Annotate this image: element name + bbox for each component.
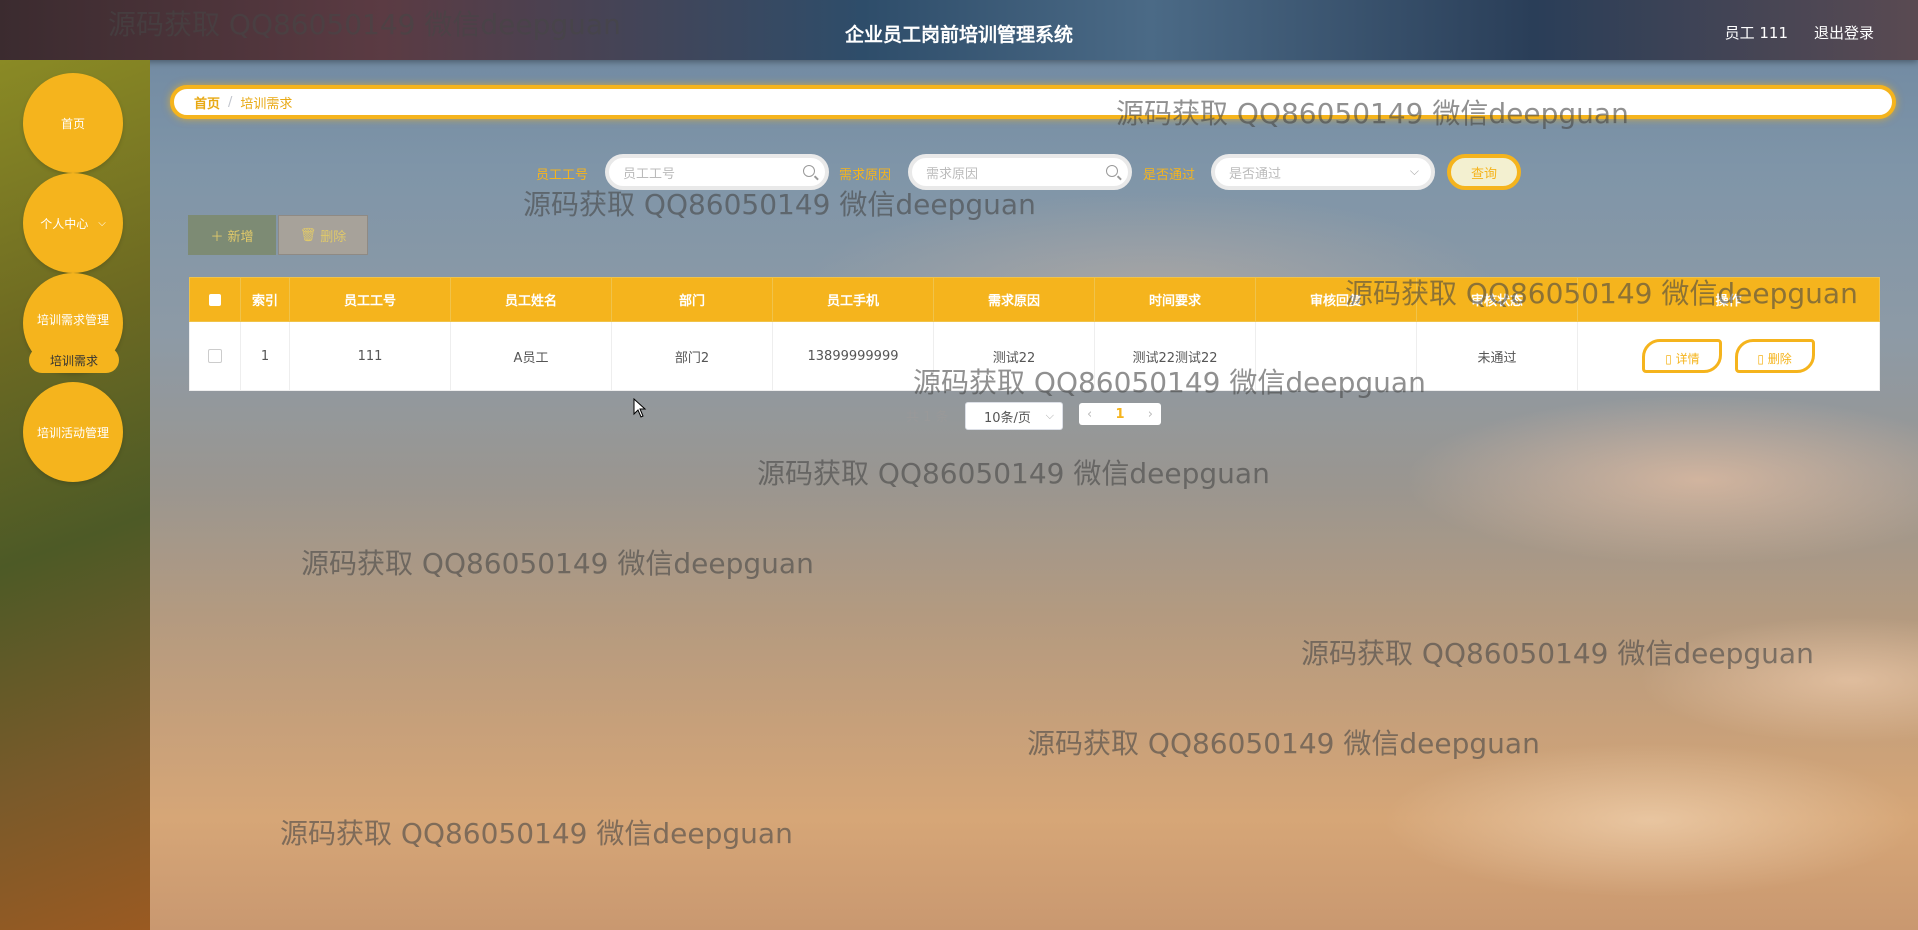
cell-phone: 13899999999 bbox=[772, 321, 934, 391]
emp-no-input[interactable]: 员工工号 bbox=[605, 154, 829, 190]
cell-index: 1 bbox=[240, 321, 290, 391]
chevron-down-icon: ⌵ bbox=[98, 217, 106, 229]
emp-no-label: 员工工号 bbox=[536, 168, 589, 183]
document-icon: ▯ bbox=[1665, 352, 1672, 366]
row-checkbox[interactable] bbox=[208, 349, 222, 363]
column-header: 员工姓名 bbox=[450, 277, 612, 322]
page-size-select[interactable]: 10条/页 ⌵ bbox=[965, 402, 1063, 430]
add-button-label: 新增 bbox=[227, 229, 254, 245]
chevron-down-icon: ⌵ bbox=[1045, 409, 1054, 422]
trash-icon: 🗑 bbox=[299, 227, 317, 243]
plus-icon: ＋ bbox=[210, 229, 224, 245]
cell-name: A员工 bbox=[450, 321, 612, 391]
select-all-cell bbox=[189, 277, 241, 322]
detail-button[interactable]: ▯ 详情 bbox=[1642, 339, 1723, 373]
trash-icon: ▯ bbox=[1757, 352, 1764, 366]
watermark: 源码获取 QQ86050149 微信deepguan bbox=[1301, 637, 1814, 670]
top-header: 企业员工岗前培训管理系统 员工 111 退出登录 bbox=[0, 0, 1918, 60]
cell-status: 未通过 bbox=[1416, 321, 1578, 391]
search-icon bbox=[803, 165, 815, 177]
approved-label: 是否通过 bbox=[1143, 168, 1196, 183]
column-header: 员工工号 bbox=[289, 277, 451, 322]
sidebar-item-label: 培训活动管理 bbox=[36, 425, 109, 440]
table-header-row: 索引 员工工号 员工姓名 部门 员工手机 需求原因 时间要求 审核回复 审核状态… bbox=[189, 277, 1880, 322]
current-user: 员工 111 bbox=[1724, 24, 1788, 42]
column-header: 时间要求 bbox=[1094, 277, 1256, 322]
current-page[interactable]: 1 bbox=[1115, 407, 1124, 422]
cell-actions: ▯ 详情 ▯ 删除 bbox=[1577, 321, 1880, 391]
reason-placeholder: 需求原因 bbox=[926, 166, 979, 182]
cell-emp-no: 111 bbox=[289, 321, 451, 391]
chevron-down-icon: ⌵ bbox=[1409, 164, 1419, 178]
pagination-total: 共 1 条 bbox=[906, 410, 949, 425]
watermark: 源码获取 QQ86050149 微信deepguan bbox=[757, 457, 1270, 490]
column-header: 审核状态 bbox=[1416, 277, 1578, 322]
row-delete-button[interactable]: ▯ 删除 bbox=[1734, 339, 1815, 373]
column-header: 需求原因 bbox=[933, 277, 1095, 322]
batch-delete-button[interactable]: 🗑 删除 bbox=[278, 215, 368, 255]
approved-placeholder: 是否通过 bbox=[1229, 166, 1282, 182]
breadcrumb-current: 培训需求 bbox=[240, 96, 293, 112]
watermark: 源码获取 QQ86050149 微信deepguan bbox=[1027, 727, 1540, 760]
submenu-item-training-needs[interactable]: 培训需求 bbox=[29, 347, 119, 373]
detail-button-label: 详情 bbox=[1675, 352, 1700, 366]
row-select-cell bbox=[189, 321, 241, 391]
column-header: 审核回复 bbox=[1255, 277, 1417, 322]
sidebar-item-training-activities[interactable]: 培训活动管理 bbox=[23, 382, 123, 482]
submenu-item-label: 培训需求 bbox=[49, 353, 98, 368]
data-table: 索引 员工工号 员工姓名 部门 员工手机 需求原因 时间要求 审核回复 审核状态… bbox=[189, 277, 1880, 391]
search-icon bbox=[1106, 165, 1118, 177]
column-header: 部门 bbox=[611, 277, 773, 322]
sidebar-item-label: 首页 bbox=[60, 116, 85, 131]
sidebar-item-label: 个人中心 bbox=[40, 216, 89, 231]
delete-button-label: 删除 bbox=[320, 229, 347, 245]
reason-label: 需求原因 bbox=[839, 168, 892, 183]
prev-page-icon[interactable]: ‹ bbox=[1087, 407, 1092, 422]
cell-time: 测试22测试22 bbox=[1094, 321, 1256, 391]
column-header: 员工手机 bbox=[772, 277, 934, 322]
emp-no-placeholder: 员工工号 bbox=[623, 166, 676, 182]
watermark: 源码获取 QQ86050149 微信deepguan bbox=[301, 547, 814, 580]
column-header: 操作 bbox=[1577, 277, 1880, 322]
breadcrumb-home[interactable]: 首页 bbox=[194, 93, 220, 112]
watermark: 源码获取 QQ86050149 微信deepguan bbox=[280, 817, 793, 850]
approved-select[interactable]: 是否通过 ⌵ bbox=[1211, 154, 1435, 190]
add-button[interactable]: ＋ 新增 bbox=[188, 215, 276, 255]
query-button[interactable]: 查询 bbox=[1447, 154, 1521, 190]
app-title: 企业员工岗前培训管理系统 bbox=[844, 24, 1073, 46]
sidebar-item-label: 培训需求管理 bbox=[36, 313, 109, 327]
mouse-cursor-icon bbox=[633, 398, 647, 418]
logout-link[interactable]: 退出登录 bbox=[1814, 22, 1874, 43]
select-all-checkbox[interactable] bbox=[209, 293, 221, 306]
reason-input[interactable]: 需求原因 bbox=[908, 154, 1132, 190]
pager: ‹ 1 › bbox=[1079, 403, 1161, 425]
cell-reason: 测试22 bbox=[933, 321, 1095, 391]
page-size-value: 10条/页 bbox=[984, 410, 1031, 426]
cell-reply bbox=[1255, 321, 1417, 391]
breadcrumb-separator: / bbox=[228, 94, 233, 110]
sidebar-item-profile[interactable]: 个人中心 ⌵ bbox=[23, 173, 123, 273]
column-header: 索引 bbox=[240, 277, 290, 322]
sidebar-item-home[interactable]: 首页 bbox=[23, 73, 123, 173]
sidebar: 首页 个人中心 ⌵ 培训需求管理 培训需求 培训活动管理 bbox=[0, 60, 150, 930]
breadcrumb: 首页 / 培训需求 bbox=[170, 85, 1896, 119]
table-row: 1 111 A员工 部门2 13899999999 测试22 测试22测试22 … bbox=[189, 321, 1880, 391]
next-page-icon[interactable]: › bbox=[1148, 407, 1153, 422]
row-delete-label: 删除 bbox=[1767, 352, 1792, 366]
cell-dept: 部门2 bbox=[611, 321, 773, 391]
